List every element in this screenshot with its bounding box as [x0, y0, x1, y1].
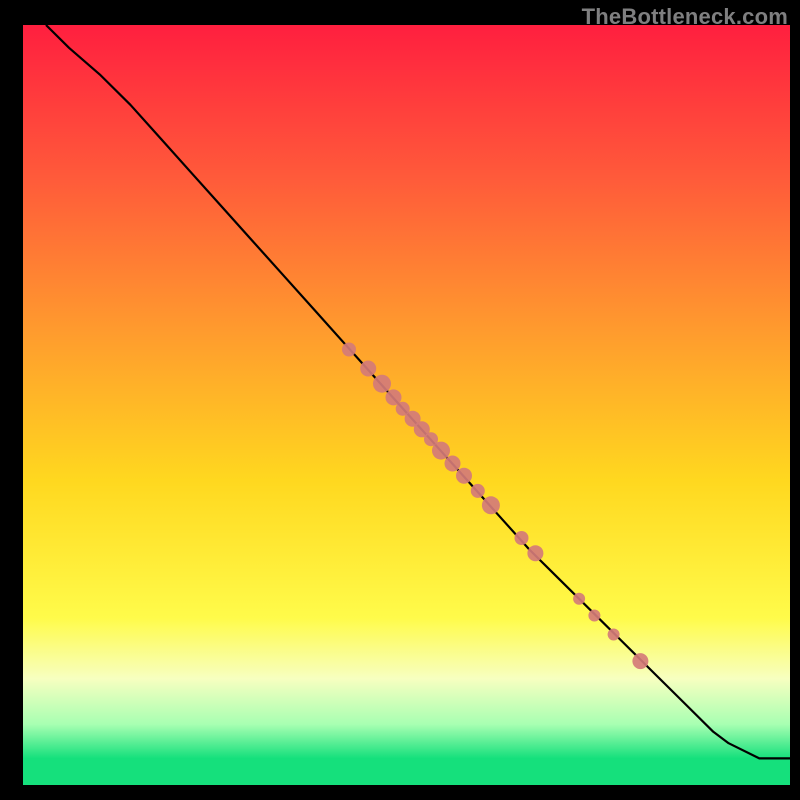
marker-dot	[515, 531, 529, 545]
marker-dot	[632, 653, 648, 669]
marker-dot	[482, 496, 500, 514]
marker-dot	[608, 629, 620, 641]
marker-dot	[456, 468, 472, 484]
marker-dot	[588, 610, 600, 622]
marker-dot	[373, 375, 391, 393]
chart-canvas	[0, 0, 800, 800]
marker-dot	[445, 456, 461, 472]
marker-dot	[432, 442, 450, 460]
watermark-text: TheBottleneck.com	[582, 4, 788, 30]
marker-dot	[342, 343, 356, 357]
marker-dot	[360, 361, 376, 377]
marker-dot	[471, 484, 485, 498]
marker-dot	[573, 593, 585, 605]
marker-dot	[527, 545, 543, 561]
